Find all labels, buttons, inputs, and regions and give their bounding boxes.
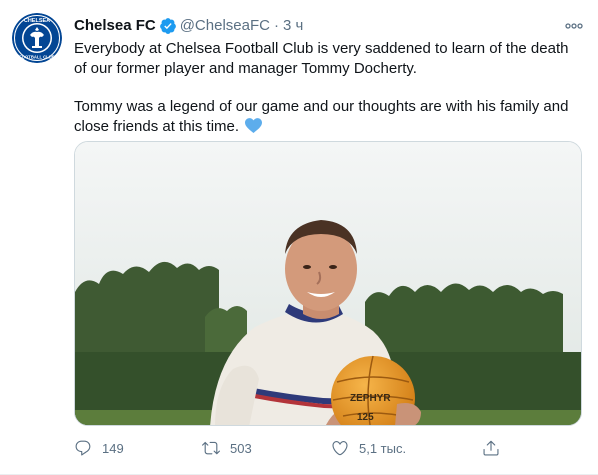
tweet-paragraph-2-text: Tommy was a legend of our game and our t… [74,98,569,135]
svg-text:CHELSEA: CHELSEA [24,18,50,24]
tweet[interactable]: CHELSEA FOOTBALL CLUB Chelsea FC @Chelse… [0,0,598,475]
author-display-name[interactable]: Chelsea FC [74,16,156,36]
tweet-actions: 149 503 5,1 тыс. [74,437,504,459]
ball-brand-text: ZEPHYR [350,393,391,404]
chelsea-crest-icon: CHELSEA FOOTBALL CLUB [12,13,62,63]
like-count: 5,1 тыс. [359,440,407,456]
tweet-text: Everybody at Chelsea Football Club is ve… [74,39,584,137]
separator-dot: · [273,17,279,34]
tweet-timestamp[interactable]: 3 ч [283,16,303,36]
retweet-icon [202,441,220,455]
more-horizontal-icon [565,23,583,29]
blue-heart-icon [245,118,263,133]
reply-button[interactable]: 149 [74,437,124,459]
share-button[interactable] [482,437,510,459]
tweet-photo[interactable]: ZEPHYR 125 [74,141,582,426]
reply-icon [75,440,91,456]
photo-tommy-docherty: ZEPHYR 125 [75,142,581,425]
heart-icon [332,441,348,456]
svg-text:FOOTBALL CLUB: FOOTBALL CLUB [19,55,55,60]
tweet-paragraph-2: Tommy was a legend of our game and our t… [74,97,584,137]
share-icon [483,440,499,456]
retweet-button[interactable]: 503 [202,437,252,459]
tweet-header: Chelsea FC @ChelseaFC · 3 ч [74,15,584,37]
avatar[interactable]: CHELSEA FOOTBALL CLUB [12,13,62,63]
more-options-button[interactable] [564,17,584,35]
ball-number-text: 125 [357,412,374,423]
like-button[interactable]: 5,1 тыс. [331,437,406,459]
reply-count: 149 [102,440,124,456]
retweet-count: 503 [230,440,252,456]
tweet-paragraph-1: Everybody at Chelsea Football Club is ve… [74,40,569,77]
author-handle[interactable]: @ChelseaFC [180,16,270,36]
verified-badge-icon [159,18,176,34]
